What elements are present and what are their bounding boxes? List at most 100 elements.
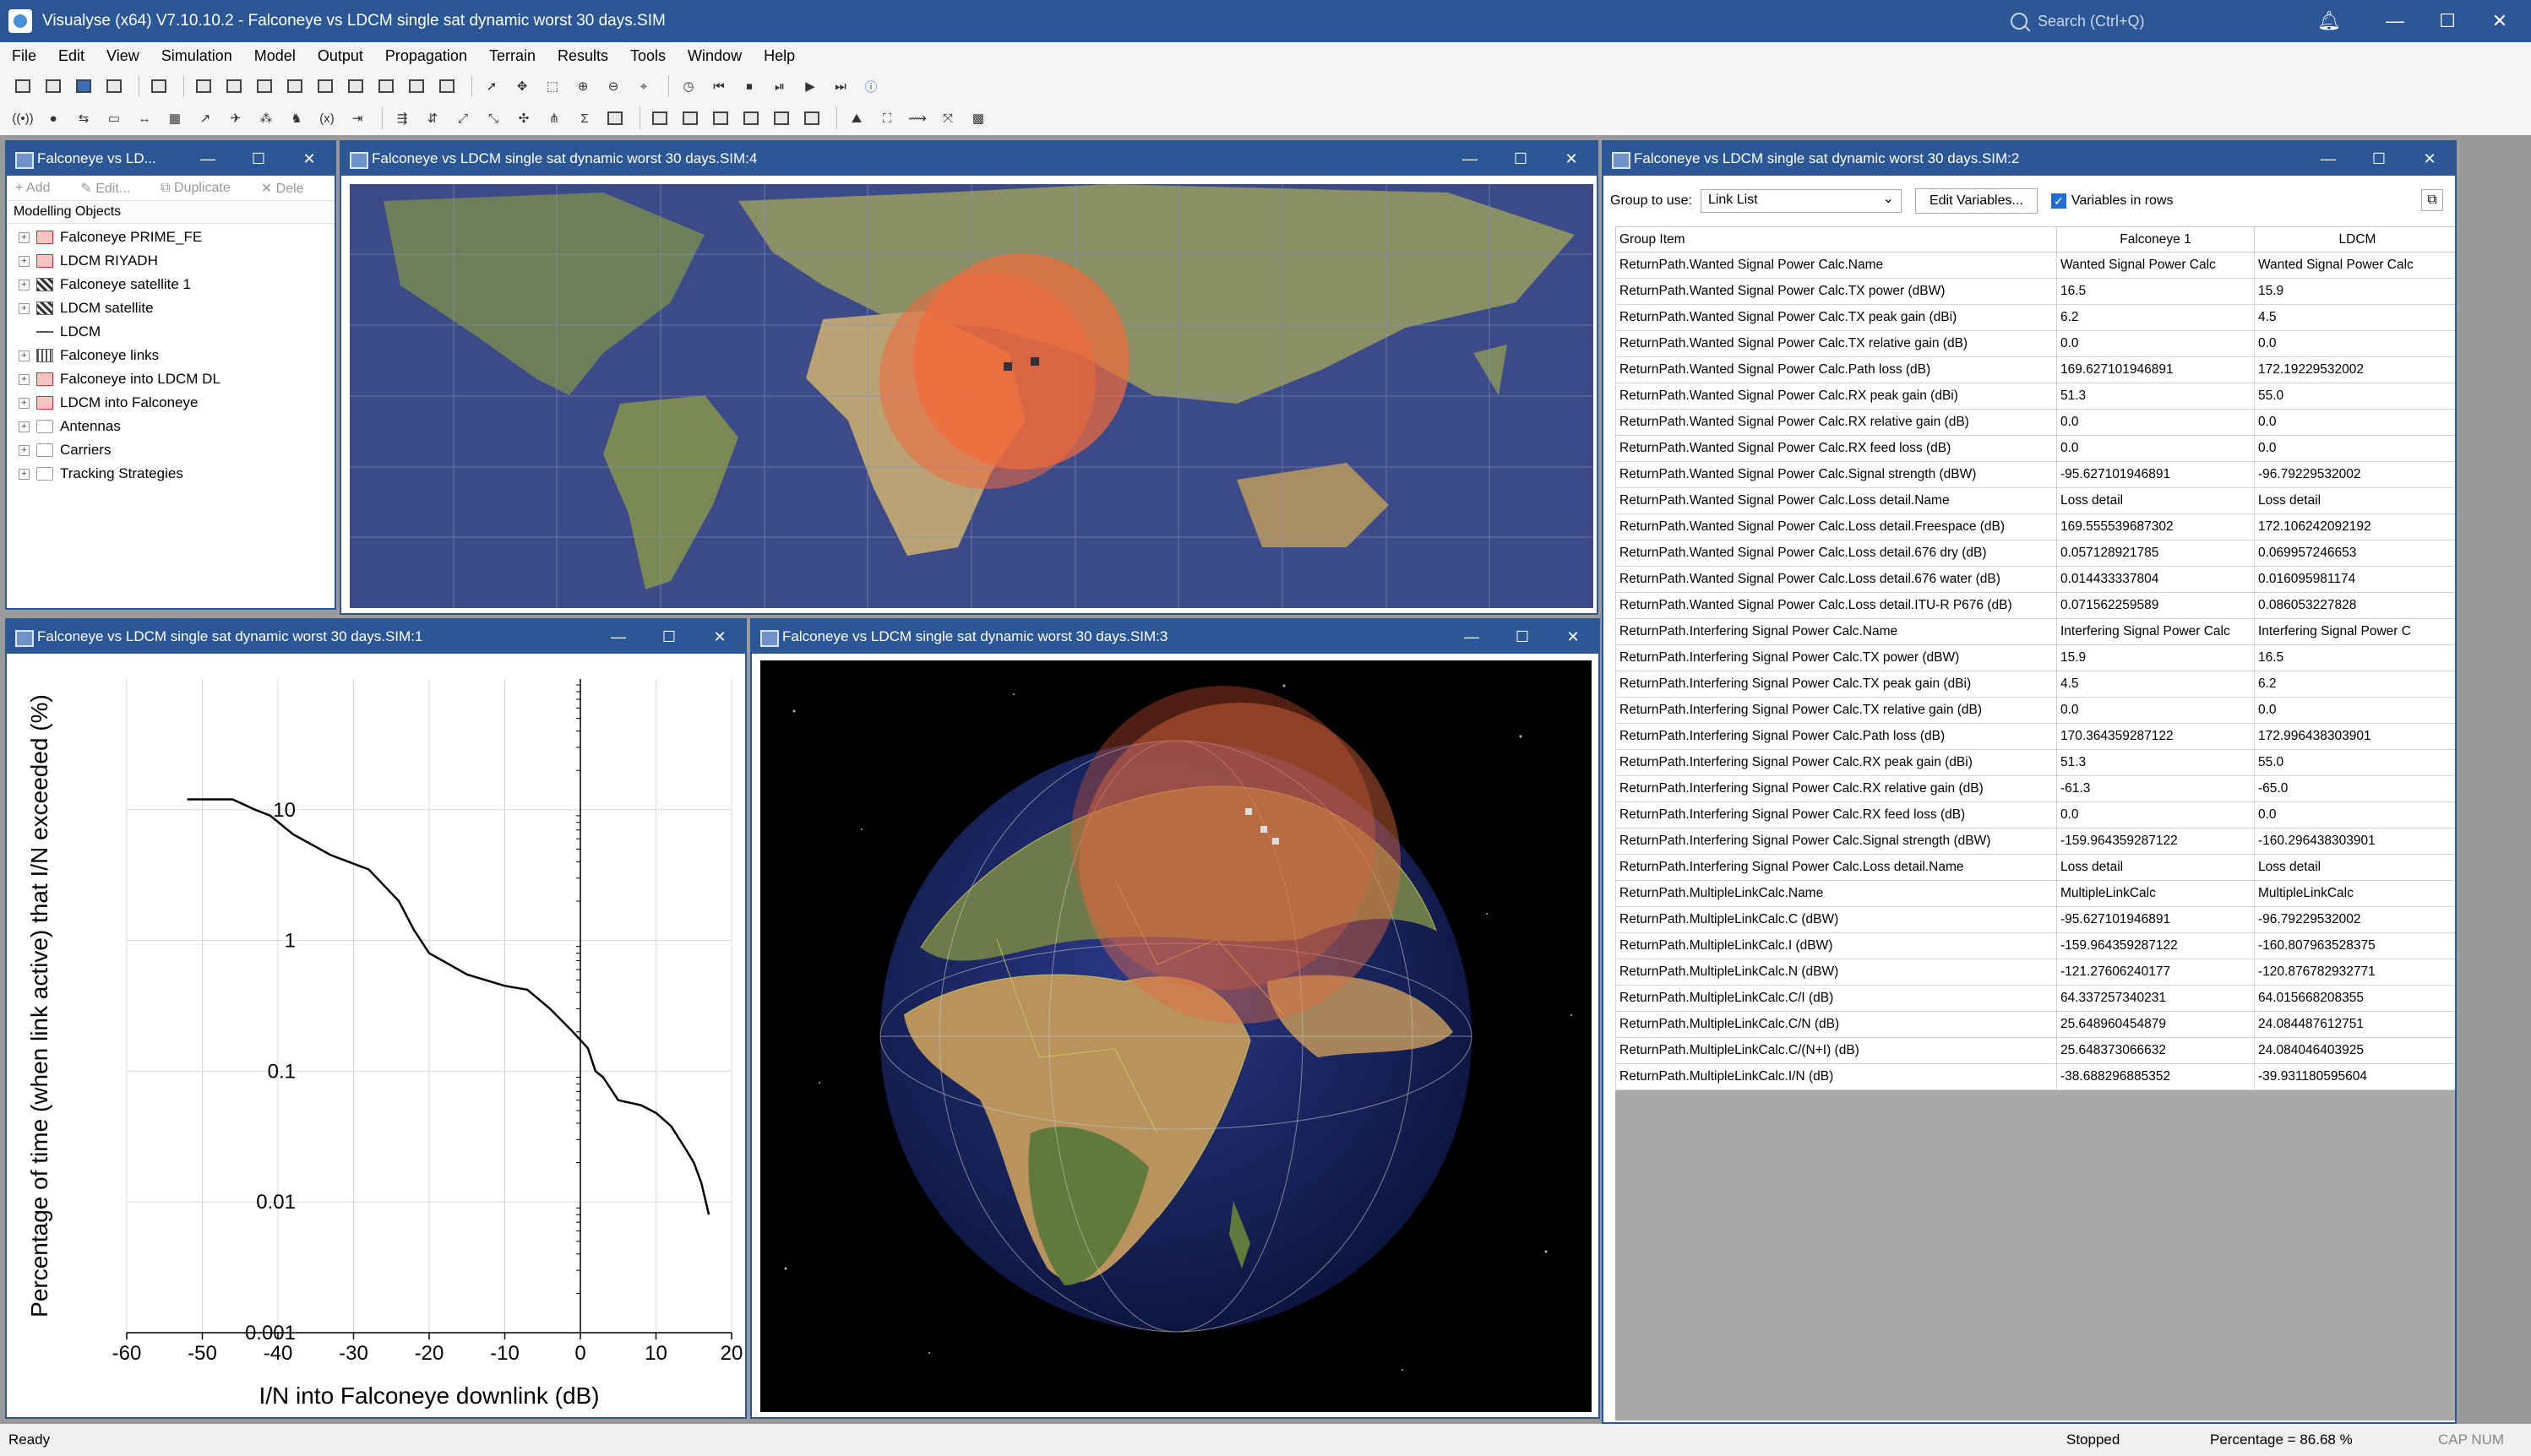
menu-help[interactable]: Help <box>764 47 795 65</box>
measure-icon[interactable]: ⌖ <box>631 74 656 98</box>
globe-minimize-button[interactable]: — <box>1446 620 1497 654</box>
search-box[interactable]: Search (Ctrl+Q) <box>2011 7 2315 35</box>
export-icon[interactable] <box>434 74 460 98</box>
plot-maximize-button[interactable]: ☐ <box>644 620 694 654</box>
tree-item-ldcm-riyadh[interactable]: + LDCM RIYADH <box>7 249 335 273</box>
table-row[interactable]: ReturnPath.Wanted Signal Power Calc.TX r… <box>1615 330 2455 357</box>
map-window-caption[interactable]: Falconeye vs LDCM single sat dynamic wor… <box>341 142 1597 176</box>
tree-maximize-button[interactable]: ☐ <box>233 142 284 176</box>
map-maximize-button[interactable]: ☐ <box>1495 142 1546 176</box>
tree-minimize-button[interactable]: — <box>182 142 233 176</box>
interference-icon[interactable]: ↔ <box>132 106 157 130</box>
tree-window-caption[interactable]: Falconeye vs LD... — ☐ ✕ <box>7 142 335 176</box>
tree-item-antennas[interactable]: + Antennas <box>7 415 335 438</box>
table-row[interactable]: ReturnPath.MultipleLinkCalc.C/I (dB) 64.3… <box>1615 985 2455 1012</box>
tree-item-falconeye-prime-fe[interactable]: + Falconeye PRIME_FE <box>7 225 335 249</box>
menu-file[interactable]: File <box>12 47 36 65</box>
table-row[interactable]: ReturnPath.Wanted Signal Power Calc.RX f… <box>1615 435 2455 462</box>
tree-item-falconeye-satellite[interactable]: + Falconeye satellite 1 <box>7 273 335 296</box>
play-icon[interactable]: ▶ <box>797 74 823 98</box>
table-row[interactable]: ReturnPath.Wanted Signal Power Calc.Name… <box>1615 252 2455 279</box>
move-pointer-icon[interactable]: ✥ <box>509 74 535 98</box>
table-row[interactable]: ReturnPath.MultipleLinkCalc.I (dBW) -159.… <box>1615 932 2455 959</box>
table-view-icon[interactable] <box>313 74 338 98</box>
table-row[interactable]: ReturnPath.MultipleLinkCalc.N (dBW) -121.… <box>1615 959 2455 986</box>
tree-item-carriers[interactable]: + Carriers <box>7 438 335 462</box>
terrain-c-icon[interactable]: ⟿ <box>905 106 930 130</box>
beam-icon[interactable]: ↗ <box>193 106 218 130</box>
variable-icon[interactable]: (x) <box>314 106 340 130</box>
table-row[interactable]: ReturnPath.MultipleLinkCalc.I/N (dB) -38.… <box>1615 1063 2455 1090</box>
table-minimize-button[interactable]: — <box>2303 142 2354 176</box>
column-header[interactable]: Group Item <box>1615 226 2057 253</box>
table-row[interactable]: ReturnPath.Wanted Signal Power Calc.Loss… <box>1615 540 2455 567</box>
table-row[interactable]: ReturnPath.MultipleLinkCalc.C/(N+I) (dB)… <box>1615 1037 2455 1064</box>
table-maximize-button[interactable]: ☐ <box>2354 142 2404 176</box>
satellite-icon[interactable]: ✈ <box>223 106 248 130</box>
plot-window-caption[interactable]: Falconeye vs LDCM single sat dynamic wor… <box>7 620 745 654</box>
graph-view-icon[interactable] <box>282 74 308 98</box>
view-d-icon[interactable] <box>738 106 764 130</box>
menu-propagation[interactable]: Propagation <box>385 47 467 65</box>
table-row[interactable]: ReturnPath.MultipleLinkCalc.C/N (dB) 25.6… <box>1615 1011 2455 1038</box>
column-header[interactable]: Falconeye 1 <box>2056 226 2255 253</box>
table-row[interactable]: ReturnPath.Interfering Signal Power Calc… <box>1615 801 2455 829</box>
column-header[interactable]: LDCM <box>2254 226 2455 253</box>
terrain-e-icon[interactable]: ▩ <box>966 106 991 130</box>
terrain-view-icon[interactable] <box>373 74 399 98</box>
tree-item-tracking-strategies[interactable]: + Tracking Strategies <box>7 462 335 486</box>
table-row[interactable]: ReturnPath.Interfering Signal Power Calc… <box>1615 828 2455 855</box>
table-row[interactable]: ReturnPath.Wanted Signal Power Calc.RX p… <box>1615 383 2455 410</box>
tree-item-ldcm[interactable]: +LDCM <box>7 320 335 344</box>
notification-bell-icon[interactable]: 🔔︎ <box>2300 0 2359 42</box>
maximize-button[interactable]: ☐ <box>2418 0 2477 42</box>
table-row[interactable]: ReturnPath.Interfering Signal Power Calc… <box>1615 723 2455 750</box>
view-c-icon[interactable] <box>708 106 733 130</box>
menu-view[interactable]: View <box>106 47 139 65</box>
add-button[interactable]: + Add <box>15 181 65 196</box>
select-pointer-icon[interactable]: ➚ <box>479 74 504 98</box>
table-row[interactable]: ReturnPath.Wanted Signal Power Calc.Loss… <box>1615 566 2455 593</box>
table-row[interactable]: ReturnPath.Wanted Signal Power Calc.Path… <box>1615 356 2455 383</box>
close-button[interactable]: ✕ <box>2470 0 2529 42</box>
table-close-button[interactable]: ✕ <box>2404 142 2455 176</box>
zoom-out-icon[interactable]: ⊖ <box>601 74 626 98</box>
tree-item-ldcm-satellite[interactable]: + LDCM satellite <box>7 296 335 320</box>
menu-output[interactable]: Output <box>318 47 363 65</box>
function-icon[interactable]: ⇥ <box>345 106 370 130</box>
globe-maximize-button[interactable]: ☐ <box>1497 620 1548 654</box>
menu-edit[interactable]: Edit <box>58 47 84 65</box>
rewind-icon[interactable]: ⏮ <box>706 74 732 98</box>
table-row[interactable]: ReturnPath.MultipleLinkCalc.Name Multiple… <box>1615 880 2455 907</box>
minimize-button[interactable]: — <box>2365 0 2425 42</box>
report-icon[interactable] <box>602 106 628 130</box>
menu-results[interactable]: Results <box>558 47 608 65</box>
menu-window[interactable]: Window <box>688 47 742 65</box>
watch-view-icon[interactable] <box>343 74 368 98</box>
menu-simulation[interactable]: Simulation <box>161 47 232 65</box>
carrier-icon[interactable]: ▭ <box>101 106 127 130</box>
table-row[interactable]: ReturnPath.Wanted Signal Power Calc.Loss… <box>1615 592 2455 619</box>
tree-item-falconeye-into-ldcm[interactable]: + Falconeye into LDCM DL <box>7 367 335 391</box>
table-row[interactable]: ReturnPath.Interfering Signal Power Calc… <box>1615 671 2455 698</box>
table-row[interactable]: ReturnPath.Interfering Signal Power Calc… <box>1615 697 2455 724</box>
map-minimize-button[interactable]: — <box>1445 142 1495 176</box>
table-row[interactable]: ReturnPath.Wanted Signal Power Calc.RX r… <box>1615 409 2455 436</box>
antenna-icon[interactable]: ((•)) <box>10 106 35 130</box>
area-view-icon[interactable] <box>252 74 277 98</box>
save-icon[interactable] <box>71 74 96 98</box>
constellation-icon[interactable]: ⁂ <box>253 106 279 130</box>
link-icon[interactable]: ⇆ <box>71 106 96 130</box>
map-close-button[interactable]: ✕ <box>1546 142 1597 176</box>
variables-in-rows-checkbox[interactable]: ✓ <box>2050 193 2066 209</box>
tree-close-button[interactable]: ✕ <box>284 142 335 176</box>
tool-f-icon[interactable]: ⋔ <box>542 106 567 130</box>
fast-forward-icon[interactable]: ⏭ <box>828 74 853 98</box>
table-row[interactable]: ReturnPath.Interfering Signal Power Calc… <box>1615 644 2455 671</box>
table-row[interactable]: ReturnPath.Interfering Signal Power Calc… <box>1615 854 2455 881</box>
clock-icon[interactable]: ◷ <box>676 74 701 98</box>
globe-view[interactable] <box>760 660 1592 1412</box>
edit-variables-button[interactable]: Edit Variables... <box>1914 188 2038 214</box>
menu-model[interactable]: Model <box>254 47 296 65</box>
copy-icon[interactable] <box>101 74 127 98</box>
